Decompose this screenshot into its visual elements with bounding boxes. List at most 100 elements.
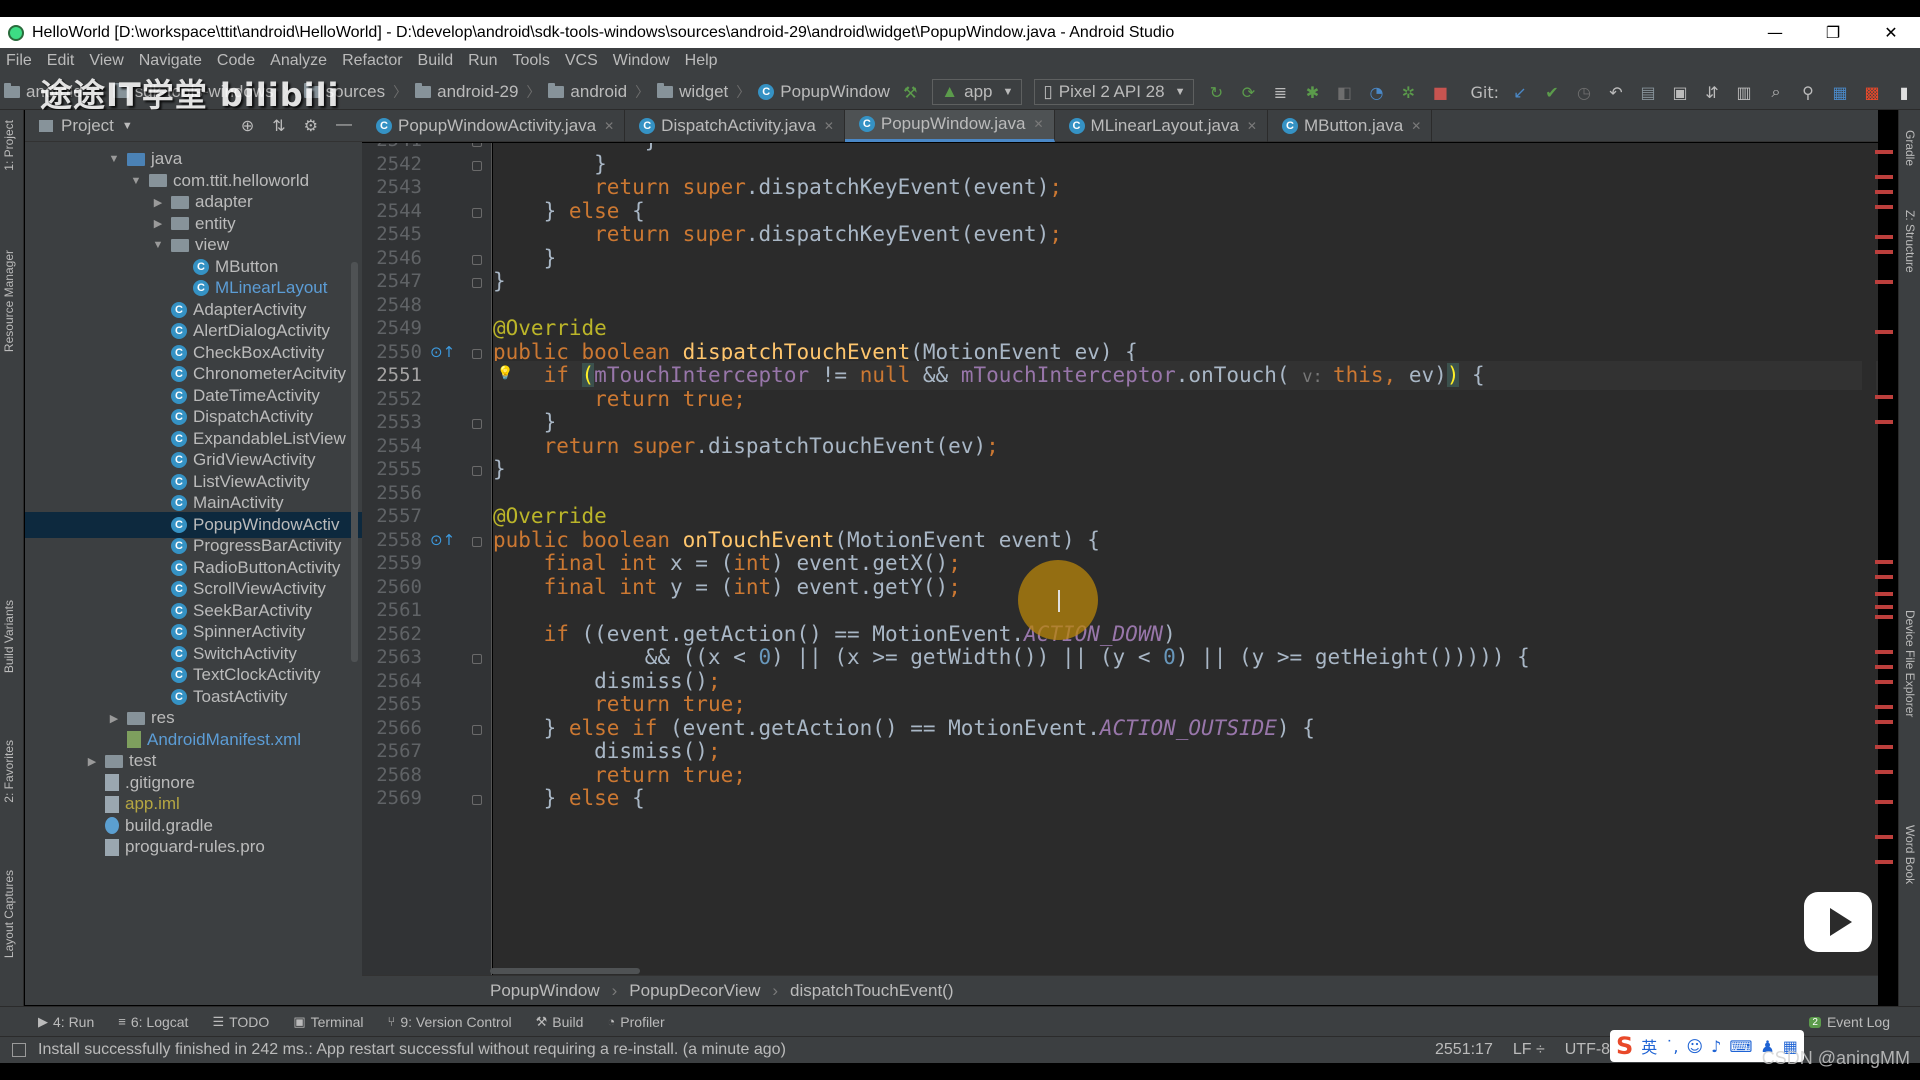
ime-punct-icon[interactable]: ˙,: [1665, 1037, 1678, 1056]
collapse-arrow-icon[interactable]: ▶: [107, 712, 121, 725]
line-separator[interactable]: LF ÷: [1513, 1041, 1545, 1059]
intention-bulb-icon[interactable]: 💡: [497, 366, 513, 381]
close-button[interactable]: ✕: [1862, 17, 1920, 48]
collapse-all-icon[interactable]: ⇅: [272, 116, 285, 136]
code-line[interactable]: } else {: [493, 784, 1878, 813]
bottom-tool-tab[interactable]: ≡ 6: Logcat: [118, 1014, 188, 1030]
list-icon[interactable]: ≣: [1269, 81, 1291, 103]
sdk-manager-icon[interactable]: ▣: [1669, 81, 1691, 103]
tool-tab-favorites[interactable]: 2: Favorites: [2, 740, 16, 803]
fold-marker-icon[interactable]: [472, 348, 482, 359]
fold-marker-icon[interactable]: [472, 207, 482, 218]
editor-horizontal-scrollbar[interactable]: [490, 968, 640, 974]
nav-crumb-android-pkg[interactable]: android: [548, 82, 627, 102]
error-stripe-mark[interactable]: [1875, 190, 1893, 194]
menu-refactor[interactable]: Refactor: [342, 52, 402, 70]
bottom-tool-tab[interactable]: ◔ Profiler: [607, 1014, 664, 1030]
profile-icon[interactable]: ◔: [1365, 81, 1387, 103]
search-icon[interactable]: ⚲: [1797, 81, 1819, 103]
sync-gradle-icon[interactable]: ⇵: [1701, 81, 1723, 103]
error-stripe-mark[interactable]: [1875, 650, 1893, 654]
bottom-tool-tab[interactable]: ⚒ Build: [536, 1014, 584, 1030]
tool-tab-device-file-explorer[interactable]: Device File Explorer: [1903, 610, 1917, 717]
error-stripe-mark[interactable]: [1875, 592, 1893, 596]
menu-build[interactable]: Build: [418, 52, 454, 70]
device-dropdown[interactable]: ▯ Pixel 2 API 28 ▼: [1034, 79, 1195, 105]
bottom-tool-tab[interactable]: ☰ TODO: [212, 1014, 269, 1030]
ime-keyboard-icon[interactable]: ⌨: [1729, 1037, 1752, 1056]
close-tab-icon[interactable]: ✕: [1411, 119, 1421, 133]
bottom-tool-tab[interactable]: ▶ 4: Run: [38, 1014, 94, 1030]
locate-file-icon[interactable]: ⊕: [241, 116, 254, 136]
close-tab-icon[interactable]: ✕: [1033, 117, 1043, 131]
plugin-icon[interactable]: ▩: [1861, 81, 1883, 103]
nav-crumb-class[interactable]: C PopupWindow: [758, 82, 890, 102]
error-stripe-mark[interactable]: [1875, 250, 1893, 254]
menu-tools[interactable]: Tools: [512, 52, 549, 70]
error-stripe-mark[interactable]: [1875, 860, 1893, 864]
event-log-tab[interactable]: 2 Event Log: [1809, 1014, 1890, 1030]
menu-analyze[interactable]: Analyze: [270, 52, 327, 70]
fold-marker-icon[interactable]: [472, 254, 482, 265]
editor-tab[interactable]: C DispatchActivity.java ✕: [625, 109, 845, 142]
menu-view[interactable]: View: [89, 52, 123, 70]
error-stripe-mark[interactable]: [1875, 150, 1893, 154]
fold-marker-icon[interactable]: [472, 724, 482, 735]
editor-tab[interactable]: C MButton.java ✕: [1268, 109, 1433, 142]
git-commit-check-icon[interactable]: ✔: [1541, 81, 1563, 103]
file-encoding[interactable]: UTF-8: [1565, 1041, 1610, 1059]
fold-marker-icon[interactable]: [472, 278, 482, 288]
debug-bug-icon[interactable]: ✱: [1301, 81, 1323, 103]
breadcrumb-inner-class[interactable]: PopupDecorView: [629, 981, 760, 1001]
error-stripe-mark[interactable]: [1875, 680, 1893, 684]
layout-inspector-icon[interactable]: ⌕: [1765, 81, 1787, 103]
minimize-button[interactable]: —: [1746, 17, 1804, 48]
fold-marker-icon[interactable]: [472, 160, 482, 171]
tool-tab-project[interactable]: 1: Project: [2, 120, 16, 171]
stop-icon[interactable]: ■: [1429, 81, 1451, 103]
breadcrumb-class[interactable]: PopupWindow: [490, 981, 600, 1001]
ime-mic-icon[interactable]: ♪: [1711, 1037, 1721, 1056]
attach-process-icon[interactable]: ✲: [1397, 81, 1419, 103]
video-play-button[interactable]: [1804, 892, 1872, 952]
fold-marker-icon[interactable]: [472, 795, 482, 805]
editor-vertical-scrollbar[interactable]: [1862, 143, 1876, 975]
collapse-arrow-icon[interactable]: ▶: [151, 217, 165, 230]
git-history-icon[interactable]: ◷: [1573, 81, 1595, 103]
nav-crumb-widget[interactable]: widget: [657, 82, 728, 102]
ime-emoji-icon[interactable]: ☺: [1686, 1037, 1703, 1056]
error-stripe-mark[interactable]: [1875, 745, 1893, 749]
fold-marker-icon[interactable]: [472, 143, 482, 147]
caret-position[interactable]: 2551:17: [1435, 1041, 1493, 1059]
menu-edit[interactable]: Edit: [47, 52, 75, 70]
error-stripe-mark[interactable]: [1875, 205, 1893, 209]
fold-marker-icon[interactable]: [472, 466, 482, 476]
error-stripe-mark[interactable]: [1875, 705, 1893, 709]
error-stripe-mark[interactable]: [1875, 420, 1893, 424]
tool-tab-layout-captures[interactable]: Layout Captures: [2, 870, 16, 958]
menu-help[interactable]: Help: [685, 52, 718, 70]
code-editor[interactable]: } } return super.dispatchKeyEvent(event)…: [493, 143, 1878, 975]
fold-marker-icon[interactable]: [472, 654, 482, 664]
menu-window[interactable]: Window: [613, 52, 670, 70]
error-stripe-mark[interactable]: [1875, 235, 1893, 239]
expand-arrow-icon[interactable]: ▼: [151, 239, 165, 251]
close-tab-icon[interactable]: ✕: [824, 119, 834, 133]
bottom-tool-tab[interactable]: ▣ Terminal: [293, 1014, 363, 1030]
menu-file[interactable]: File: [6, 52, 32, 70]
collapse-arrow-icon[interactable]: ▶: [151, 196, 165, 209]
make-project-hammer-icon[interactable]: ⚒: [899, 81, 921, 103]
error-stripe-mark[interactable]: [1875, 395, 1893, 399]
error-stripe-mark[interactable]: [1875, 835, 1893, 839]
editor-tab[interactable]: C PopupWindowActivity.java ✕: [362, 109, 626, 142]
menu-code[interactable]: Code: [217, 52, 255, 70]
error-stripe-mark[interactable]: [1875, 615, 1893, 619]
status-message[interactable]: Install successfully finished in 242 ms.…: [38, 1041, 786, 1059]
tool-tab-structure[interactable]: Z: Structure: [1903, 210, 1917, 273]
project-structure-icon[interactable]: ▤: [1637, 81, 1659, 103]
fold-marker-icon[interactable]: [472, 536, 482, 547]
account-icon[interactable]: ▮: [1893, 81, 1915, 103]
nav-crumb-android-29[interactable]: android-29: [415, 82, 518, 102]
editor-tab[interactable]: C MLinearLayout.java ✕: [1055, 109, 1268, 142]
breadcrumb-method[interactable]: dispatchTouchEvent(): [790, 981, 953, 1001]
